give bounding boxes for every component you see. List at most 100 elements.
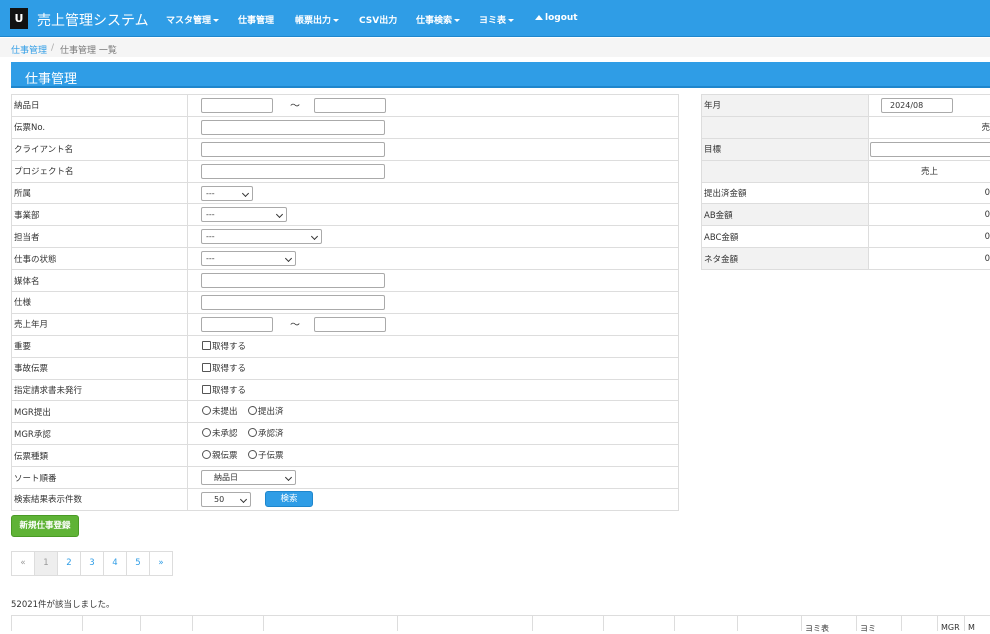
app-logo[interactable]: U: [10, 8, 28, 29]
label-sales-month: 売上年月: [12, 313, 188, 335]
year-month-input[interactable]: 2024/08: [881, 98, 953, 113]
col-header-mgr: MGR: [937, 616, 967, 631]
client-name-input[interactable]: [201, 142, 385, 157]
important-checkbox[interactable]: [202, 341, 211, 350]
mgr-submit-radio-submitted[interactable]: [248, 406, 257, 415]
label-neta-amount: ネタ金額: [702, 248, 869, 270]
pagination-page-5[interactable]: 5: [126, 551, 150, 576]
label-slip-no: 伝票No.: [12, 116, 188, 138]
page-title-bar: 仕事管理: [11, 62, 990, 88]
label-ab-amount: AB金額: [702, 204, 869, 226]
nav-csv-output[interactable]: CSV出力: [359, 13, 397, 26]
label-accident: 事故伝票: [12, 357, 188, 379]
chevron-down-icon: [242, 190, 249, 197]
slip-type-parent-label[interactable]: 親伝票: [212, 449, 238, 461]
slip-type-radio-child[interactable]: [248, 450, 257, 459]
pagination-next[interactable]: »: [149, 551, 173, 576]
chevron-down-icon: [213, 19, 219, 22]
search-button[interactable]: 検索: [265, 491, 313, 507]
mgr-submit-unsubmitted-label[interactable]: 未提出: [212, 405, 238, 417]
breadcrumb-link-job-management[interactable]: 仕事管理: [11, 43, 47, 56]
chevron-down-icon: [508, 19, 514, 22]
pagination-page-2[interactable]: 2: [57, 551, 81, 576]
accident-checkbox-label[interactable]: 取得する: [212, 362, 246, 374]
breadcrumb-current: 仕事管理 一覧: [60, 43, 117, 56]
per-page-select[interactable]: 50: [201, 492, 251, 507]
chevron-down-icon: [311, 233, 318, 240]
sales-month-to-input[interactable]: [314, 317, 386, 332]
accident-checkbox[interactable]: [202, 363, 211, 372]
nav-job-search[interactable]: 仕事検索: [416, 13, 460, 26]
chevron-down-icon: [240, 496, 247, 503]
sales-month-from-input[interactable]: [201, 317, 273, 332]
label-division: 事業部: [12, 204, 188, 226]
result-count: 52021件が該当しました。: [11, 598, 115, 610]
app-title[interactable]: 売上管理システム: [37, 10, 149, 30]
chevron-down-icon: [454, 19, 460, 22]
nav-master[interactable]: マスタ管理: [166, 13, 219, 26]
mgr-approve-radio-approved[interactable]: [248, 428, 257, 437]
slip-type-child-label[interactable]: 子伝票: [258, 449, 284, 461]
chevron-down-icon: [276, 211, 283, 218]
label-invoice: 指定請求書未発行: [12, 379, 188, 401]
mgr-submit-submitted-label[interactable]: 提出済: [258, 405, 284, 417]
mgr-approve-unapproved-label[interactable]: 未承認: [212, 427, 238, 439]
col-header-yomi: ヨミ: [856, 616, 896, 631]
label-per-page: 検索結果表示件数: [12, 489, 188, 511]
submitted-amount-value: 0: [869, 182, 990, 204]
range-separator: ～: [290, 316, 300, 331]
sort-select[interactable]: 納品日: [201, 470, 296, 485]
label-person: 担当者: [12, 226, 188, 248]
nav-logout[interactable]: logout: [535, 13, 578, 23]
invoice-checkbox[interactable]: [202, 385, 211, 394]
label-spec: 仕様: [12, 292, 188, 314]
label-mgr-submit: MGR提出: [12, 401, 188, 423]
eject-icon: [535, 15, 543, 20]
sales-summary-table: 年月 2024/08 売 目標 売上 提出済金額 0 AB金額 0 ABC金額 …: [701, 94, 990, 270]
delivery-date-from-input[interactable]: [201, 98, 273, 113]
nav-report-output[interactable]: 帳票出力: [295, 13, 339, 26]
delivery-date-to-input[interactable]: [314, 98, 386, 113]
col-header-mgr-2: M: [964, 616, 990, 631]
invoice-checkbox-label[interactable]: 取得する: [212, 384, 246, 396]
pagination-page-4[interactable]: 4: [103, 551, 127, 576]
col-header-yomi-table: ヨミ表: [801, 616, 845, 631]
label-client-name: クライアント名: [12, 138, 188, 160]
label-media: 媒体名: [12, 270, 188, 292]
range-separator: ～: [290, 97, 300, 112]
label-target: 目標: [702, 138, 869, 160]
label-slip-type: 伝票種類: [12, 445, 188, 467]
target-input[interactable]: [870, 142, 990, 157]
nav-yomi-table[interactable]: ヨミ表: [479, 13, 514, 26]
affiliation-select[interactable]: ---: [201, 186, 253, 201]
mgr-approve-approved-label[interactable]: 承認済: [258, 427, 284, 439]
label-abc-amount: ABC金額: [702, 226, 869, 248]
page-title: 仕事管理: [25, 68, 77, 87]
label-important: 重要: [12, 335, 188, 357]
status-select[interactable]: ---: [201, 251, 296, 266]
ab-amount-value: 0: [869, 204, 990, 226]
pagination-page-1[interactable]: 1: [34, 551, 58, 576]
nav-job-management[interactable]: 仕事管理: [238, 13, 274, 26]
slip-type-radio-parent[interactable]: [202, 450, 211, 459]
search-form: 納品日 ～ 伝票No. クライアント名 プロジェクト名 所属 --- 事業部 -…: [11, 94, 679, 511]
person-select[interactable]: ---: [201, 229, 322, 244]
results-table-header: ヨミ表 ヨミ MGR M: [11, 615, 990, 630]
breadcrumb-separator: /: [51, 43, 54, 53]
important-checkbox-label[interactable]: 取得する: [212, 340, 246, 352]
neta-amount-value: 0: [869, 248, 990, 270]
division-select[interactable]: ---: [201, 207, 287, 222]
media-input[interactable]: [201, 273, 385, 288]
abc-amount-value: 0: [869, 226, 990, 248]
mgr-submit-radio-unsubmitted[interactable]: [202, 406, 211, 415]
pagination-page-3[interactable]: 3: [80, 551, 104, 576]
new-job-button[interactable]: 新規仕事登録: [11, 515, 79, 537]
spec-input[interactable]: [201, 295, 385, 310]
pagination-prev[interactable]: «: [11, 551, 35, 576]
label-year-month: 年月: [702, 95, 869, 117]
mgr-approve-radio-unapproved[interactable]: [202, 428, 211, 437]
chevron-down-icon: [333, 19, 339, 22]
slip-no-input[interactable]: [201, 120, 385, 135]
project-name-input[interactable]: [201, 164, 385, 179]
label-sort: ソート順番: [12, 467, 188, 489]
